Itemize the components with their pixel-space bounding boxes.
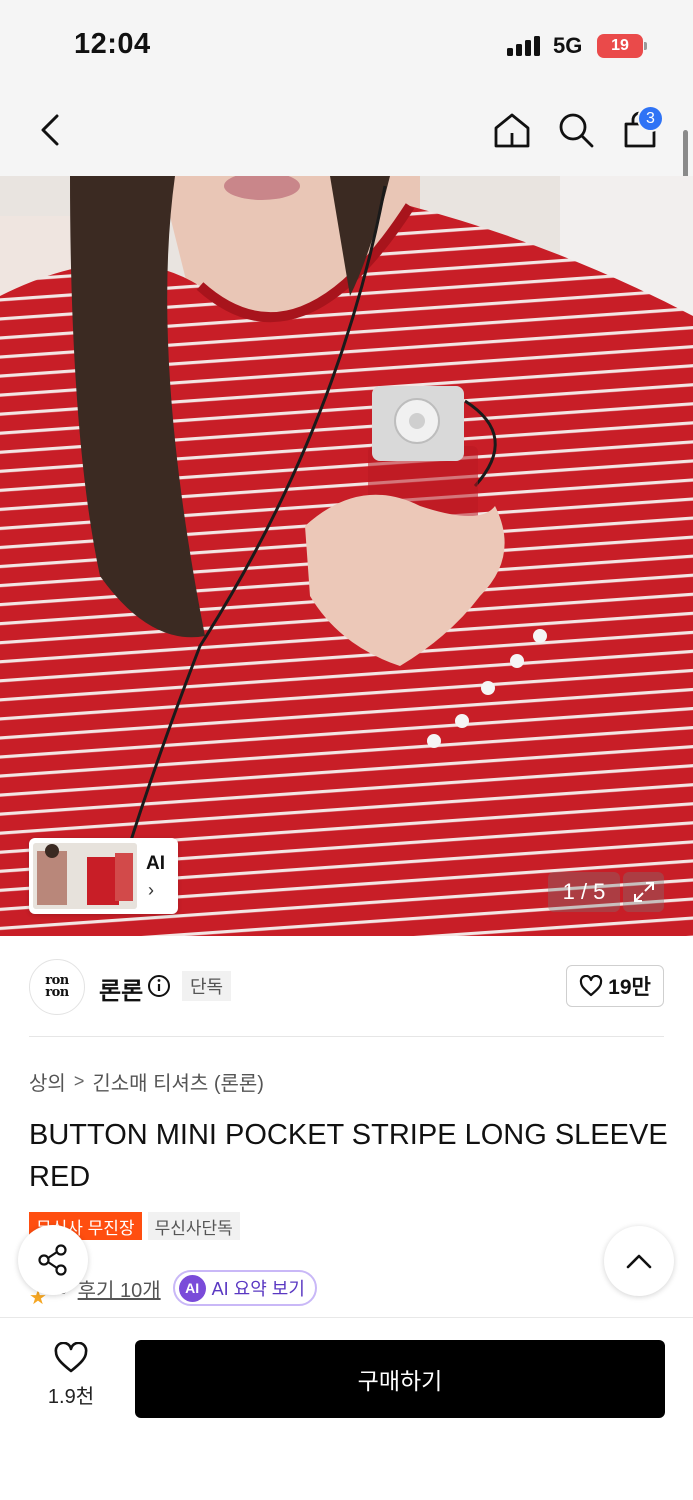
tag-musinsa-exclusive: 무신사단독 bbox=[147, 1212, 240, 1240]
ai-summary-label: AI 요약 보기 bbox=[211, 1279, 305, 1299]
home-button[interactable] bbox=[490, 106, 534, 154]
home-icon bbox=[494, 113, 530, 148]
brand-like-count: 19만 bbox=[608, 976, 651, 999]
cellular-signal-icon bbox=[507, 36, 540, 56]
wishlist-count: 1.9천 bbox=[47, 1386, 95, 1408]
ai-label: AI bbox=[146, 853, 165, 874]
product-title: BUTTON MINI POCKET STRIPE LONG SLEEVE RE… bbox=[29, 1119, 668, 1193]
network-type: 5G bbox=[553, 33, 583, 58]
cart-count-badge: 3 bbox=[637, 105, 664, 132]
divider bbox=[29, 1036, 664, 1037]
wishlist-button[interactable]: 1.9천 bbox=[38, 1342, 104, 1414]
brand-like-button[interactable]: 19만 bbox=[566, 965, 664, 1007]
image-counter: 1 / 5 bbox=[548, 872, 620, 912]
expand-icon bbox=[633, 882, 654, 902]
breadcrumb: 상의 > 긴소매 티셔츠 (론론) bbox=[29, 1067, 264, 1096]
status-time: 12:04 bbox=[74, 28, 151, 60]
breadcrumb-item-category[interactable]: 상의 bbox=[29, 1067, 66, 1096]
search-button[interactable] bbox=[554, 106, 598, 154]
chevron-right-icon: › bbox=[148, 880, 154, 900]
ai-thumbnail-image bbox=[33, 843, 137, 909]
heart-icon bbox=[580, 975, 603, 997]
product-photo bbox=[0, 176, 693, 936]
brand-name[interactable]: 론론 bbox=[99, 971, 143, 1006]
expand-image-button[interactable] bbox=[623, 872, 664, 912]
product-image[interactable]: AI › 1 / 5 bbox=[0, 176, 693, 936]
search-icon bbox=[559, 113, 594, 148]
breadcrumb-separator: > bbox=[73, 1071, 85, 1091]
exclusive-badge: 단독 bbox=[182, 971, 232, 1001]
ai-similar-items-card[interactable]: AI › bbox=[29, 838, 178, 914]
brand-logo[interactable]: ron ron bbox=[29, 959, 85, 1015]
info-icon bbox=[148, 975, 170, 997]
chevron-left-icon bbox=[41, 114, 59, 146]
battery-icon: 19 bbox=[597, 34, 643, 58]
brand-info-button[interactable] bbox=[147, 974, 171, 998]
heart-icon bbox=[54, 1342, 88, 1373]
back-button[interactable] bbox=[30, 106, 70, 154]
share-icon bbox=[38, 1244, 67, 1276]
share-button[interactable] bbox=[18, 1225, 88, 1295]
buy-button[interactable]: 구매하기 bbox=[135, 1340, 665, 1418]
scroll-to-top-button[interactable] bbox=[604, 1226, 674, 1296]
chevron-up-icon bbox=[626, 1254, 652, 1269]
battery-cap bbox=[644, 42, 647, 50]
brand-logo-text-bottom: ron bbox=[45, 985, 69, 1000]
breadcrumb-item-subcategory[interactable]: 긴소매 티셔츠 (론론) bbox=[92, 1067, 264, 1096]
ai-summary-button[interactable]: AI AI 요약 보기 bbox=[172, 1270, 317, 1306]
reviews-link[interactable]: 후기 10개 bbox=[78, 1274, 161, 1303]
ai-chip-icon: AI bbox=[178, 1274, 206, 1302]
top-bar: 12:04 5G 19 3 bbox=[0, 0, 693, 198]
